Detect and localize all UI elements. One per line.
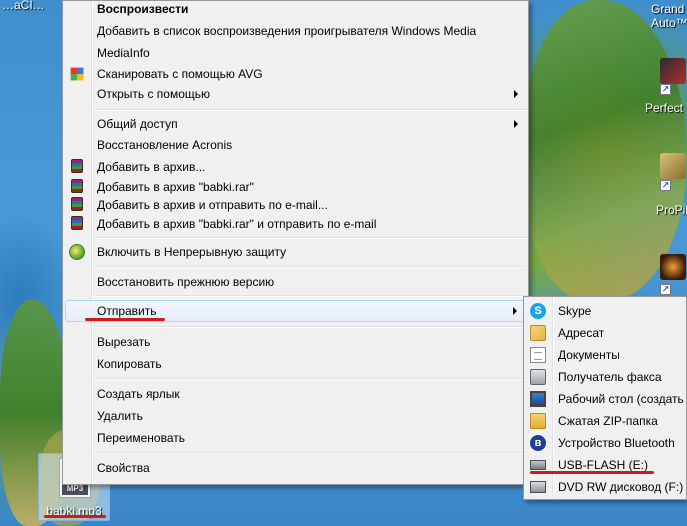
bluetooth-icon: ʙ xyxy=(530,435,546,451)
menu-item-label: MediaInfo xyxy=(97,46,150,60)
desktop-icon-label[interactable]: ProPil xyxy=(656,203,687,217)
menu-item-play[interactable]: Воспроизвести xyxy=(65,0,526,20)
menu-item-mediainfo[interactable]: MediaInfo xyxy=(65,42,526,64)
menu-item-cut[interactable]: Вырезать xyxy=(65,331,526,353)
menu-item-label: Переименовать xyxy=(97,431,185,445)
menu-item-open-with[interactable]: Открыть с помощью xyxy=(65,83,526,105)
submenu-item-zip-folder[interactable]: Сжатая ZIP-папка xyxy=(526,410,686,432)
menu-item-add-to-archive[interactable]: Добавить в архив... xyxy=(65,156,526,178)
submenu-item-label: Документы xyxy=(558,348,620,362)
menu-item-label: Восстановить прежнюю версию xyxy=(97,275,275,289)
submenu-arrow-icon xyxy=(514,120,518,128)
desktop-icon-label[interactable]: Perfect W xyxy=(645,101,687,115)
menu-item-add-to-wmp-playlist[interactable]: Добавить в список воспроизведения проигр… xyxy=(65,20,526,42)
annotation-underline xyxy=(530,471,654,474)
menu-separator xyxy=(94,452,526,454)
menu-item-properties[interactable]: Свойства xyxy=(65,457,526,479)
menu-item-label: Восстановление Acronis xyxy=(97,138,233,152)
menu-item-label: Включить в Непрерывную защиту xyxy=(97,245,287,259)
submenu-item-fax-recipient[interactable]: Получатель факса xyxy=(526,366,686,388)
menu-item-label: Удалить xyxy=(97,409,143,423)
submenu-item-label: Рабочий стол (создать ярлык) xyxy=(558,392,686,406)
menu-item-label: Создать ярлык xyxy=(97,387,180,401)
menu-item-label: Копировать xyxy=(97,357,162,371)
dvd-drive-icon xyxy=(530,481,546,493)
submenu-item-documents[interactable]: Документы xyxy=(526,344,686,366)
propilot-desktop-icon[interactable] xyxy=(660,153,686,179)
menu-separator xyxy=(94,378,526,380)
contact-icon xyxy=(530,325,546,341)
menu-item-label: Вырезать xyxy=(97,335,151,349)
protection-icon xyxy=(69,244,85,260)
submenu-item-mail-recipient[interactable]: Адресат xyxy=(526,322,686,344)
menu-item-label: Добавить в архив... xyxy=(97,160,206,174)
annotation-underline xyxy=(85,318,165,321)
menu-item-label: Воспроизвести xyxy=(97,2,189,16)
submenu-item-label: Skype xyxy=(558,304,592,318)
winrar-icon xyxy=(71,179,83,193)
menu-separator xyxy=(94,326,526,328)
menu-item-copy[interactable]: Копировать xyxy=(65,353,526,375)
submenu-item-skype[interactable]: S Skype xyxy=(526,300,686,322)
winrar-icon xyxy=(71,216,83,230)
submenu-item-desktop-shortcut[interactable]: Рабочий стол (создать ярлык) xyxy=(526,388,686,410)
submenu-item-label: USB-FLASH (E:) xyxy=(558,458,649,472)
skype-icon: S xyxy=(530,303,546,319)
menu-item-acronis-restore[interactable]: Восстановление Acronis xyxy=(65,134,526,156)
menu-item-delete[interactable]: Удалить xyxy=(65,405,526,427)
menu-item-label: Добавить в архив "babki.rar" и отправить… xyxy=(97,217,377,231)
context-menu: Воспроизвести Добавить в список воспроиз… xyxy=(62,0,529,485)
menu-item-sharing[interactable]: Общий доступ xyxy=(65,113,526,135)
desktop-icon-label[interactable]: …aCI… xyxy=(2,0,45,12)
menu-item-label: Открыть с помощью xyxy=(97,87,211,101)
menu-item-label: Добавить в архив "babki.rar" xyxy=(97,180,254,194)
menu-separator xyxy=(94,295,526,297)
game-desktop-icon[interactable] xyxy=(660,254,686,280)
menu-item-label: Свойства xyxy=(97,461,150,475)
submenu-item-label: Сжатая ZIP-папка xyxy=(558,414,658,428)
avg-icon xyxy=(70,67,84,81)
submenu-item-bluetooth[interactable]: ʙ Устройство Bluetooth xyxy=(526,432,686,454)
submenu-arrow-icon xyxy=(514,90,518,98)
shortcut-arrow-icon: ↗ xyxy=(660,284,671,295)
menu-separator xyxy=(94,109,526,111)
menu-item-label: Добавить в архив и отправить по e-mail..… xyxy=(97,198,328,212)
documents-icon xyxy=(530,347,546,363)
menu-item-scan-avg[interactable]: Сканировать с помощью AVG xyxy=(65,63,526,85)
menu-item-babki-rar-and-email[interactable]: Добавить в архив "babki.rar" и отправить… xyxy=(65,213,526,235)
submenu-item-label: Устройство Bluetooth xyxy=(558,436,675,450)
submenu-item-label: Получатель факса xyxy=(558,370,662,384)
menu-separator xyxy=(94,237,526,239)
submenu-item-label: DVD RW дисковод (F:) xyxy=(558,480,684,494)
submenu-arrow-icon xyxy=(513,307,517,315)
menu-item-rename[interactable]: Переименовать xyxy=(65,427,526,449)
menu-item-create-shortcut[interactable]: Создать ярлык xyxy=(65,383,526,405)
zip-folder-icon xyxy=(530,413,546,429)
submenu-item-dvd-drive[interactable]: DVD RW дисковод (F:) xyxy=(526,476,686,498)
menu-item-restore-previous-version[interactable]: Восстановить прежнюю версию xyxy=(65,271,526,293)
menu-item-continuous-protection[interactable]: Включить в Непрерывную защиту xyxy=(65,241,526,263)
winrar-icon xyxy=(71,159,83,173)
perfect-world-desktop-icon[interactable] xyxy=(660,58,686,84)
winrar-icon xyxy=(71,197,83,211)
desktop-icon-label[interactable]: Grand xyxy=(651,2,684,16)
menu-item-label: Добавить в список воспроизведения проигр… xyxy=(97,24,477,38)
annotation-underline xyxy=(44,515,106,518)
send-to-submenu: S Skype Адресат Документы Получатель фак… xyxy=(523,296,687,500)
usb-drive-icon xyxy=(530,460,546,470)
desktop-icon-label[interactable]: Auto™ xyxy=(651,16,687,30)
desktop-icon xyxy=(530,391,546,407)
menu-separator xyxy=(94,266,526,268)
menu-item-label: Сканировать с помощью AVG xyxy=(97,67,263,81)
menu-item-label: Общий доступ xyxy=(97,117,178,131)
fax-icon xyxy=(530,369,546,385)
shortcut-arrow-icon: ↗ xyxy=(660,84,671,95)
shortcut-arrow-icon: ↗ xyxy=(660,180,671,191)
submenu-item-label: Адресат xyxy=(558,326,605,340)
menu-item-label: Отправить xyxy=(97,304,157,318)
